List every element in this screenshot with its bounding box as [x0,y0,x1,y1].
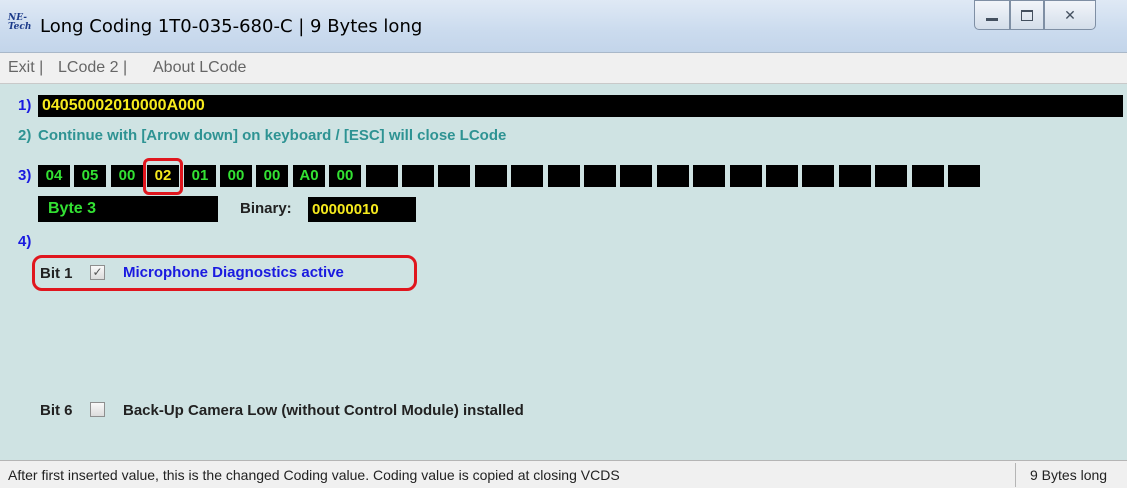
app-logo-icon: NE- Tech [8,13,32,32]
minimize-icon [986,17,998,21]
status-byte-count: 9 Bytes long [1030,467,1108,483]
byte-cell[interactable] [730,165,762,187]
byte-cell[interactable] [620,165,652,187]
step2-label: 2) [18,127,32,144]
maximize-icon [1021,9,1033,21]
byte-cell[interactable] [875,165,907,187]
byte-cell[interactable] [766,165,798,187]
byte-cell[interactable]: 00 [256,165,288,187]
binary-value-field[interactable]: 00000010 [308,197,416,222]
selected-byte-highlight [143,158,183,195]
menu-bar: Exit | LCode 2 | About LCode [0,53,1127,84]
byte-cell[interactable] [548,165,580,187]
long-coding-window: NE- Tech Long Coding 1T0-035-680-C | 9 By… [0,0,1127,488]
step1-label: 1) [18,97,32,114]
byte-cell[interactable] [802,165,834,187]
byte-cell[interactable]: A0 [293,165,325,187]
menu-lcode2[interactable]: LCode 2 | [58,59,127,77]
title-bar[interactable]: NE- Tech Long Coding 1T0-035-680-C | 9 By… [0,0,1127,53]
byte-cell[interactable] [693,165,725,187]
byte-cell[interactable]: 00 [111,165,143,187]
menu-exit[interactable]: Exit | [8,59,43,77]
coding-value-field[interactable]: 04050002010000A000 [38,95,1123,117]
byte-cell[interactable]: 04 [38,165,70,187]
bit6-label: Bit 6 [40,402,73,419]
byte-cell[interactable] [402,165,434,187]
byte-cell[interactable] [657,165,689,187]
status-bar: After first inserted value, this is the … [0,460,1127,488]
byte-cell[interactable]: 05 [74,165,106,187]
menu-about[interactable]: About LCode [153,59,246,77]
window-title: Long Coding 1T0-035-680-C | 9 Bytes long [40,16,423,37]
minimize-button[interactable] [974,0,1010,30]
byte-cell[interactable] [839,165,871,187]
byte-cell[interactable]: 00 [220,165,252,187]
step3-label: 3) [18,167,32,184]
byte-cell[interactable] [366,165,398,187]
status-message: After first inserted value, this is the … [8,467,620,483]
byte-cell[interactable] [475,165,507,187]
byte-cell[interactable] [438,165,470,187]
byte-index-label: Byte 3 [38,196,218,222]
byte-cell[interactable] [584,165,616,187]
step2-hint: Continue with [Arrow down] on keyboard /… [38,127,507,144]
byte-cell[interactable] [948,165,980,187]
close-button[interactable]: ✕ [1044,0,1096,30]
bit6-checkbox[interactable] [90,402,105,417]
byte-cell[interactable] [511,165,543,187]
status-divider [1015,463,1016,487]
bit6-description[interactable]: Back-Up Camera Low (without Control Modu… [123,402,524,419]
binary-label: Binary: [240,200,292,217]
close-icon: ✕ [1064,6,1076,23]
byte-cell[interactable]: 00 [329,165,361,187]
bit1-highlight [32,255,417,291]
step4-label: 4) [18,233,32,250]
maximize-button[interactable] [1010,0,1044,30]
byte-cell[interactable] [912,165,944,187]
byte-cell[interactable]: 01 [184,165,216,187]
